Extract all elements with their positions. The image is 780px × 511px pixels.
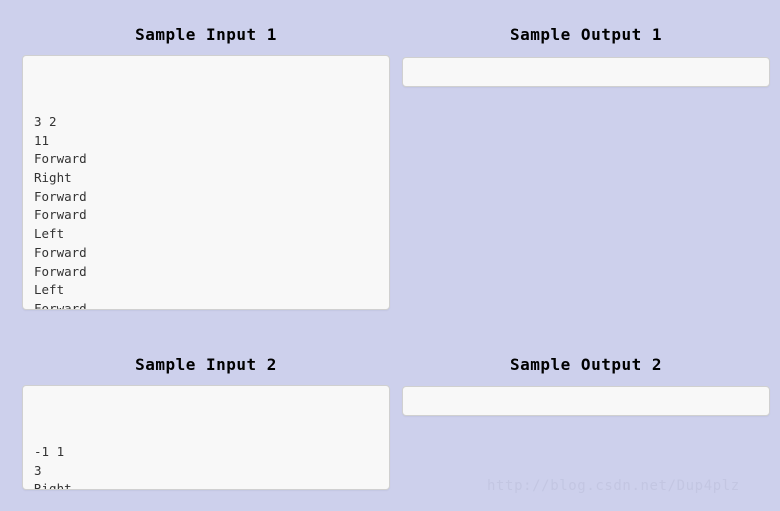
sample-input-1-title: Sample Input 1 bbox=[135, 25, 277, 44]
sample-output-2-panel[interactable]: 1 Forward bbox=[402, 386, 770, 416]
sample-output-2-title: Sample Output 2 bbox=[510, 355, 662, 374]
sample-output-1-panel[interactable]: 8 Right bbox=[402, 57, 770, 87]
page-root: Sample Input 1 3 2 11 Forward Right Forw… bbox=[0, 0, 780, 511]
sample-output-1-title: Sample Output 1 bbox=[510, 25, 662, 44]
sample-input-2-content: -1 1 3 Right Left Forward bbox=[34, 443, 72, 490]
sample-input-2-title: Sample Input 2 bbox=[135, 355, 277, 374]
watermark-url: http://blog.csdn.net/Dup4plz bbox=[487, 478, 740, 494]
sample-input-2-panel[interactable]: -1 1 3 Right Left Forward bbox=[22, 385, 390, 490]
sample-input-1-panel[interactable]: 3 2 11 Forward Right Forward Forward Lef… bbox=[22, 55, 390, 310]
sample-input-1-content: 3 2 11 Forward Right Forward Forward Lef… bbox=[34, 113, 87, 310]
